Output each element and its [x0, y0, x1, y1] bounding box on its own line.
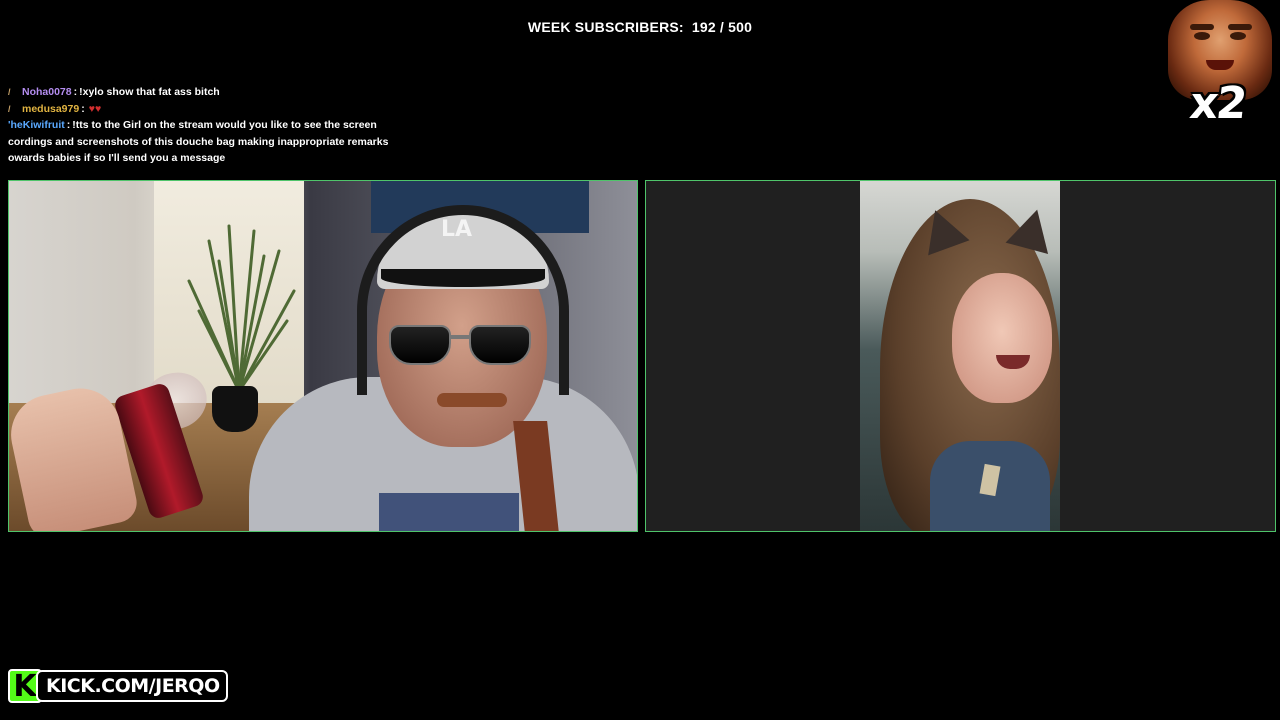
- headset-icon: [357, 205, 569, 395]
- chat-text-continuation: cordings and screenshots of this douche …: [8, 135, 389, 148]
- chat-badge-icon: /: [8, 103, 11, 114]
- chat-text: !xylo show that fat ass bitch: [79, 86, 220, 98]
- chat-message: / medusa979: ♥♥: [8, 101, 408, 118]
- chat-message: 'heKiwifruit: !tts to the Girl on the str…: [8, 117, 408, 134]
- plant-icon: [187, 224, 296, 391]
- chat-text: !tts to the Girl on the stream would you…: [72, 119, 377, 131]
- sunglasses-icon: [389, 325, 535, 365]
- kick-channel-logo: K KICK.COM/JERQO: [8, 667, 228, 705]
- streamer-webcam: LA: [8, 180, 638, 532]
- chat-text-continuation: owards babies if so I'll send you a mess…: [8, 152, 226, 164]
- channel-url: KICK.COM/JERQO: [36, 670, 228, 702]
- subscribers-label: WEEK SUBSCRIBERS:: [527, 19, 684, 35]
- chat-username: 'heKiwifruit: [8, 119, 65, 131]
- chat-separator: :: [73, 86, 78, 98]
- heart-emote-icon: ♥♥: [88, 102, 102, 115]
- chat-separator: :: [66, 119, 71, 131]
- guest-webcam: [645, 180, 1276, 532]
- week-subscribers-counter: WEEK SUBSCRIBERS: 192 / 500: [0, 19, 1280, 35]
- guest-video-frame: [860, 181, 1060, 531]
- multiplier-label: x2: [1187, 78, 1248, 129]
- laughing-face-meme-icon: x2: [1168, 0, 1272, 132]
- stream-overlay: WEEK SUBSCRIBERS: 192 / 500 /Noha0078: !x…: [0, 0, 1280, 720]
- chat-badge-icon: /: [8, 87, 11, 97]
- subscribers-value: 192 / 500: [691, 19, 753, 35]
- chat-username: Noha0078: [22, 86, 72, 98]
- chat-message: / Noha0078: !xylo show that fat ass bitch: [8, 84, 408, 101]
- chat-separator: :: [81, 102, 85, 115]
- chat-username: medusa979: [22, 102, 80, 115]
- chat-overlay: / Noha0078: !xylo show that fat ass bitch …: [8, 84, 408, 167]
